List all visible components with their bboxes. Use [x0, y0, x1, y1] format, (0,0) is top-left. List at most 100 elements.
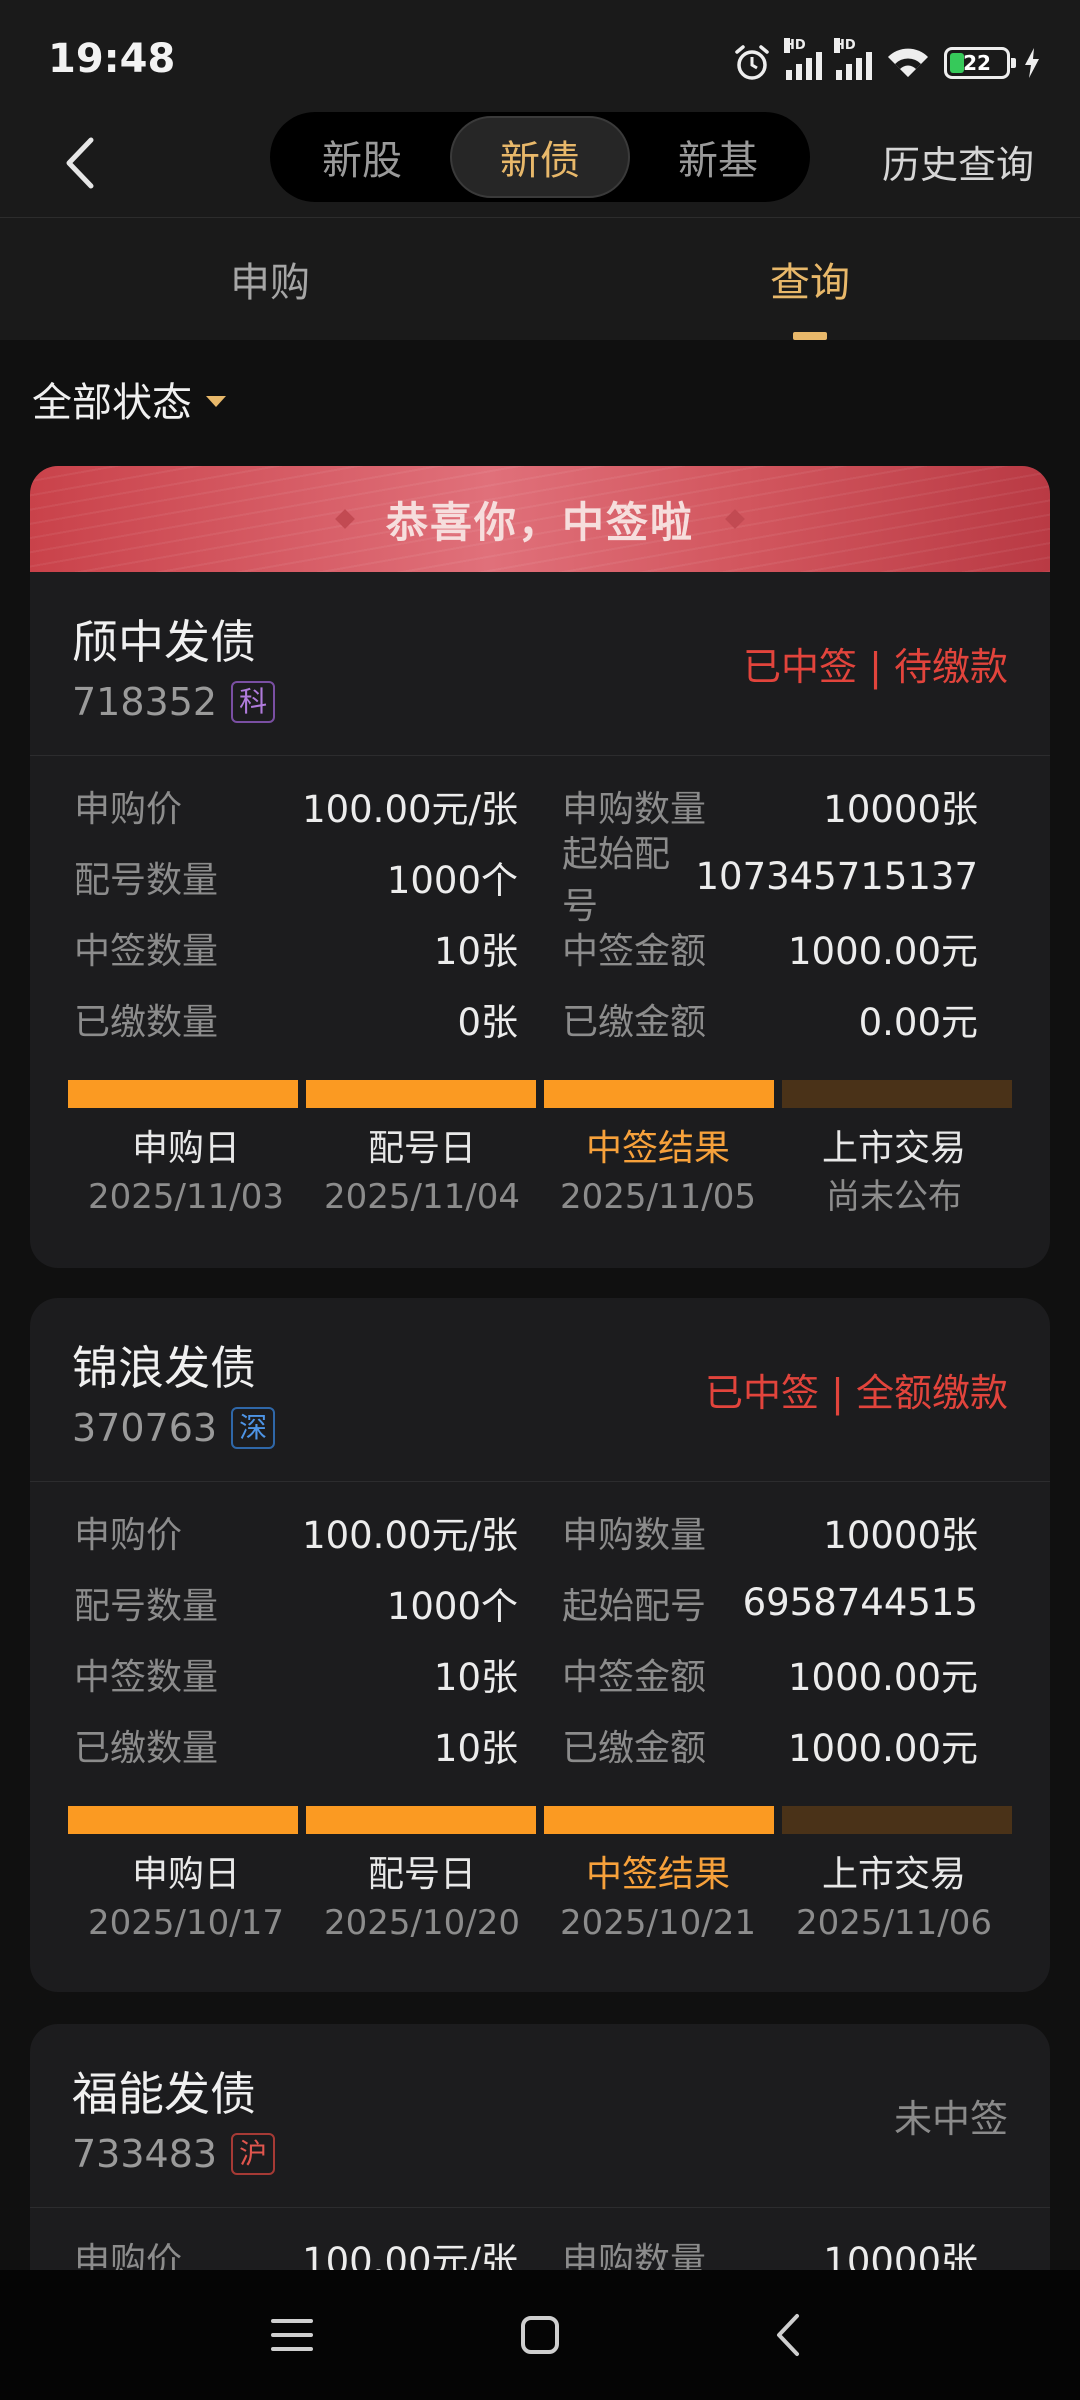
battery-level: 22 — [963, 51, 991, 75]
step-date: 尚未公布 — [826, 1177, 962, 1217]
bond-code: 718352 — [72, 680, 218, 724]
charging-icon — [1025, 48, 1039, 78]
segment-new-stock[interactable]: 新股 — [274, 116, 450, 198]
bond-card[interactable]: 锦浪发债 370763 深 已中签 | 全额缴款 申购价 100.00元/张 申购… — [30, 1298, 1050, 1992]
step-date: 2025/11/03 — [88, 1177, 284, 1217]
step-name: 配号日 — [367, 1128, 476, 1169]
field-label: 中签数量 — [74, 930, 219, 972]
diamond-icon — [335, 509, 355, 529]
detail-row: 已缴数量 10张 已缴金额 1000.00元 — [30, 1709, 1050, 1780]
field-label: 已缴金额 — [562, 1727, 707, 1769]
menu-icon — [271, 2319, 313, 2351]
signal-icon-2: HD — [834, 38, 872, 80]
system-navigation-bar — [0, 2270, 1080, 2400]
bond-card[interactable]: 恭喜你，中签啦 颀中发债 718352 科 已中签 | 待缴款 申购价 100.0… — [30, 466, 1050, 1268]
progress-segment — [782, 1806, 1012, 1834]
signal-icon: HD — [784, 38, 822, 80]
progress-segment — [68, 1806, 298, 1834]
progress-segment — [782, 1080, 1012, 1108]
progress-segment — [544, 1080, 774, 1108]
progress-segment — [306, 1080, 536, 1108]
card-header: 颀中发债 718352 科 已中签 | 待缴款 — [30, 572, 1050, 756]
history-query-link[interactable]: 历史查询 — [882, 134, 1034, 189]
timeline-step: 配号日 2025/10/20 — [304, 1850, 540, 1946]
field-label: 中签金额 — [562, 930, 707, 972]
status-bar: 19:48 HD HD 22 — [0, 0, 1080, 110]
field-value: 6958744515 — [742, 1581, 978, 1624]
detail-row: 配号数量 1000个 起始配号 107345715137 — [30, 834, 1050, 927]
bond-status: 未中签 — [893, 2097, 1008, 2141]
progress-segment — [68, 1080, 298, 1108]
field-value: 1000.00元 — [787, 1655, 978, 1699]
bond-code-row: 370763 深 — [72, 1406, 276, 1450]
field-label: 中签金额 — [562, 1656, 707, 1698]
step-name: 配号日 — [367, 1854, 476, 1895]
progress-bar — [30, 1080, 1050, 1108]
field-label: 已缴数量 — [74, 1727, 219, 1769]
timeline-steps: 申购日 2025/10/17 配号日 2025/10/20 中签结果 2025/10/… — [30, 1850, 1050, 1946]
timeline-step: 上市交易 尚未公布 — [776, 1124, 1012, 1220]
detail-row: 中签数量 10张 中签金额 1000.00元 — [30, 1638, 1050, 1709]
detail-row: 已缴数量 0张 已缴金额 0.00元 — [30, 983, 1050, 1054]
timeline-step: 配号日 2025/11/04 — [304, 1124, 540, 1220]
field-value: 10000张 — [823, 1513, 978, 1557]
step-date: 2025/10/21 — [560, 1903, 756, 1943]
bond-code: 733483 — [72, 2132, 218, 2176]
menu-button[interactable] — [252, 2300, 332, 2370]
diamond-icon — [725, 509, 745, 529]
status-time: 19:48 — [48, 36, 176, 82]
tab-query[interactable]: 查询 — [540, 218, 1080, 340]
field-value: 1000个 — [386, 1584, 518, 1628]
timeline-step: 上市交易 2025/11/06 — [776, 1850, 1012, 1946]
bond-status: 已中签 | 全额缴款 — [705, 1371, 1008, 1415]
bond-status: 已中签 | 待缴款 — [743, 645, 1008, 689]
field-label: 中签数量 — [74, 1656, 219, 1698]
bond-code-row: 733483 沪 — [72, 2132, 276, 2176]
chevron-left-icon — [66, 137, 94, 189]
card-header: 锦浪发债 370763 深 已中签 | 全额缴款 — [30, 1298, 1050, 1482]
timeline-step: 中签结果 2025/11/05 — [540, 1124, 776, 1220]
segment-new-bond[interactable]: 新债 — [450, 116, 630, 198]
field-label: 申购价 — [74, 788, 183, 830]
step-date: 2025/11/04 — [324, 1177, 520, 1217]
segment-new-fund[interactable]: 新基 — [630, 116, 806, 198]
bond-name: 福能发债 — [72, 2067, 256, 2121]
nav-back-button[interactable] — [748, 2300, 828, 2370]
step-name: 中签结果 — [585, 1128, 730, 1169]
detail-row: 中签数量 10张 中签金额 1000.00元 — [30, 912, 1050, 983]
field-label: 配号数量 — [74, 859, 219, 901]
caret-down-icon — [206, 395, 226, 407]
win-banner: 恭喜你，中签啦 — [30, 466, 1050, 572]
step-name: 中签结果 — [585, 1854, 730, 1895]
status-icons: HD HD 22 — [732, 38, 1040, 88]
wifi-icon — [888, 48, 928, 77]
field-value: 1000.00元 — [787, 929, 978, 973]
progress-bar — [30, 1806, 1050, 1834]
status-filter-dropdown[interactable]: 全部状态 — [32, 370, 226, 428]
field-value: 10张 — [433, 1655, 518, 1699]
field-value: 0.00元 — [858, 1000, 978, 1044]
product-segment-control: 新股 新债 新基 — [270, 112, 810, 202]
progress-segment — [544, 1806, 774, 1834]
field-label: 已缴金额 — [562, 1001, 707, 1043]
field-label: 起始配号 — [562, 1585, 707, 1627]
home-button[interactable] — [500, 2300, 580, 2370]
tab-subscribe[interactable]: 申购 — [0, 218, 540, 340]
step-date: 2025/10/17 — [88, 1903, 284, 1943]
step-date: 2025/10/20 — [324, 1903, 520, 1943]
battery-icon: 22 — [944, 47, 1016, 79]
home-square-icon — [521, 2316, 559, 2354]
field-value: 1000个 — [386, 858, 518, 902]
bond-code: 370763 — [72, 1406, 218, 1450]
header: 新股 新债 新基 历史查询 — [0, 110, 1080, 218]
field-value: 1000.00元 — [787, 1726, 978, 1770]
alarm-icon — [735, 45, 769, 80]
tab-bar: 申购 查询 — [0, 218, 1080, 340]
detail-row: 配号数量 1000个 起始配号 6958744515 — [30, 1567, 1050, 1638]
market-tag: 沪 — [231, 2133, 276, 2175]
back-button[interactable] — [50, 128, 110, 198]
timeline-step: 申购日 2025/11/03 — [68, 1124, 304, 1220]
progress-segment — [306, 1806, 536, 1834]
step-date: 2025/11/05 — [560, 1177, 756, 1217]
field-value: 100.00元/张 — [302, 787, 518, 831]
